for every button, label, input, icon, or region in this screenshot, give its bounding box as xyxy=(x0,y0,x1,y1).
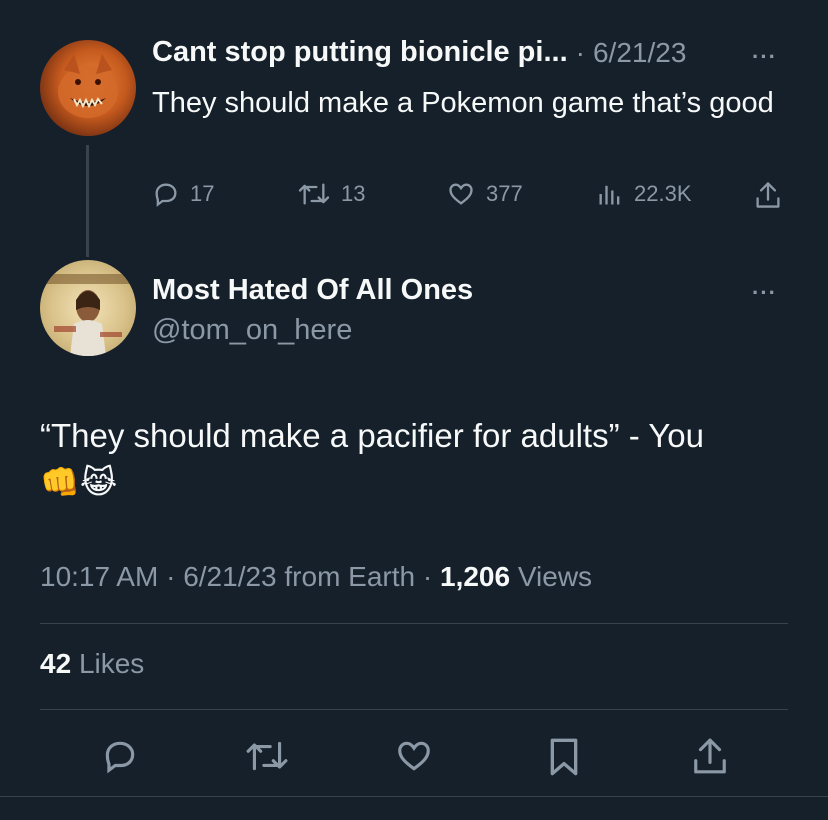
like-action[interactable]: 377 xyxy=(446,180,523,208)
tweet-meta: 10:17 AM · 6/21/23 from Earth · 1,206 Vi… xyxy=(40,561,592,593)
bookmark-button[interactable] xyxy=(547,737,581,777)
like-button[interactable] xyxy=(394,737,434,775)
reply-count: 17 xyxy=(190,181,215,206)
share-icon xyxy=(754,180,782,210)
like-count: 377 xyxy=(486,181,523,206)
views-total: 1,206 xyxy=(440,561,511,592)
heart-icon xyxy=(394,737,434,775)
parent-more-icon[interactable]: ··· xyxy=(752,44,777,70)
parent-header: Cant stop putting bionicle pi... · 6/21/… xyxy=(152,36,686,69)
parent-date[interactable]: 6/21/23 xyxy=(593,37,686,69)
main-author-name[interactable]: Most Hated Of All Ones xyxy=(152,274,473,307)
meta-separator: · xyxy=(422,561,433,592)
retweet-button[interactable] xyxy=(245,737,289,775)
divider xyxy=(40,623,788,624)
parent-avatar-image xyxy=(58,54,118,118)
main-tweet-text: “They should make a pacifier for adults”… xyxy=(40,417,705,454)
tweet-emojis: 👊😹 xyxy=(40,464,118,500)
tweet-time[interactable]: 10:17 AM xyxy=(40,561,158,592)
main-avatar[interactable] xyxy=(40,260,136,356)
tweet-source: from Earth xyxy=(284,561,416,592)
heart-icon xyxy=(446,180,476,208)
likes-total: 42 xyxy=(40,648,72,679)
speech-bubble-icon xyxy=(152,180,180,208)
divider xyxy=(0,796,828,797)
share-action[interactable] xyxy=(754,180,782,210)
views-action[interactable]: 22.3K xyxy=(596,180,692,208)
meta-separator: · xyxy=(166,561,176,592)
divider xyxy=(40,709,788,710)
retweet-icon xyxy=(297,180,331,208)
parent-author-name[interactable]: Cant stop putting bionicle pi... xyxy=(152,36,568,69)
thread-connector-line xyxy=(86,145,89,257)
reply-action[interactable]: 17 xyxy=(152,180,214,208)
main-author-handle[interactable]: @tom_on_here xyxy=(152,314,352,347)
parent-avatar[interactable] xyxy=(40,40,136,136)
likes-label: Likes xyxy=(78,648,145,679)
retweet-count: 13 xyxy=(341,181,366,206)
share-icon xyxy=(691,735,729,777)
likes-summary[interactable]: 42 Likes xyxy=(40,648,144,680)
tweet-date[interactable]: 6/21/23 xyxy=(183,561,276,592)
views-count: 22.3K xyxy=(634,181,692,206)
share-button[interactable] xyxy=(691,735,729,777)
main-avatar-image xyxy=(46,274,130,356)
parent-tweet-text: They should make a Pokemon game that’s g… xyxy=(152,87,774,119)
bookmark-icon xyxy=(547,737,581,777)
retweet-action[interactable]: 13 xyxy=(297,180,365,208)
reply-button[interactable] xyxy=(101,737,139,775)
views-label: Views xyxy=(517,561,593,592)
retweet-icon xyxy=(245,737,289,775)
bar-chart-icon xyxy=(596,180,624,208)
header-separator: · xyxy=(575,36,585,68)
speech-bubble-icon xyxy=(101,737,139,775)
main-more-icon[interactable]: ··· xyxy=(752,280,777,306)
